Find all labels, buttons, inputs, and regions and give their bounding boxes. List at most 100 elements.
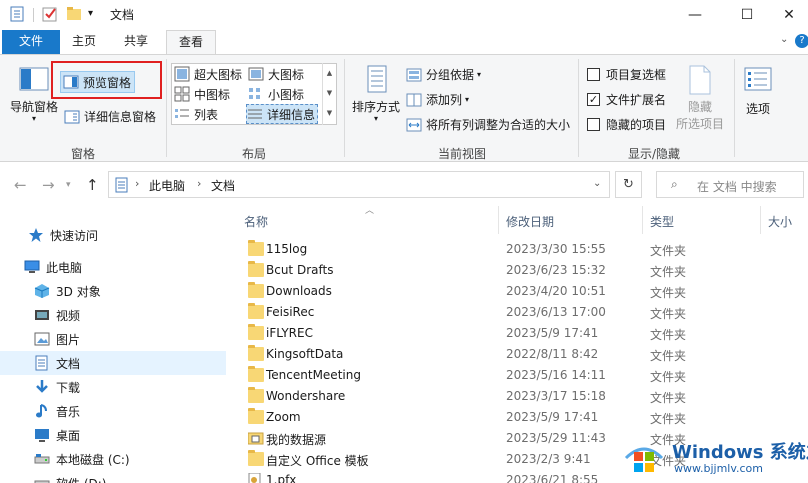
details-pane-label: 详细信息窗格 <box>84 110 157 124</box>
column-name[interactable]: 名称 <box>244 213 268 230</box>
layout-small-icons[interactable]: 小图标 <box>248 84 304 104</box>
column-type[interactable]: 类型 <box>650 213 674 230</box>
help-icon[interactable]: ? <box>795 34 808 48</box>
current-view-group-label: 当前视图 <box>438 147 487 161</box>
chevron-down-icon[interactable]: ▾ <box>88 8 93 19</box>
size-columns-button[interactable]: 将所有列调整为合适的大小 <box>406 116 570 133</box>
column-divider[interactable] <box>642 206 643 234</box>
breadcrumb-this-pc[interactable]: 此电脑 <box>149 177 185 194</box>
file-row[interactable]: Wondershare 2023/3/17 15:18 文件夹 <box>244 386 808 407</box>
back-arrow-icon[interactable]: ← <box>14 176 27 194</box>
column-divider[interactable] <box>760 206 761 234</box>
search-placeholder: 在 文档 中搜索 <box>697 180 777 194</box>
add-column-label: 添加列 <box>426 93 463 107</box>
tab-share[interactable]: 共享 <box>114 30 158 54</box>
chevron-down-icon[interactable]: ⌄ <box>780 34 788 45</box>
item-checkboxes-toggle[interactable]: 项目复选框 <box>587 66 666 83</box>
nav-downloads[interactable]: 下载 <box>0 375 226 399</box>
nav-pictures[interactable]: 图片 <box>0 327 226 351</box>
add-column-button[interactable]: 添加列 ▾ <box>406 91 469 108</box>
hidden-items-checkbox[interactable] <box>587 118 600 131</box>
refresh-icon[interactable]: ↻ <box>615 171 642 198</box>
layout-large-icons[interactable]: 大图标 <box>248 64 304 84</box>
search-input[interactable]: ⌕ 在 文档 中搜索 <box>656 171 804 198</box>
column-date[interactable]: 修改日期 <box>506 213 554 230</box>
column-size[interactable]: 大小 <box>768 213 792 230</box>
hide-selected-label-2: 所选项目 <box>676 117 725 131</box>
layout-extra-large-icons[interactable]: 超大图标 <box>174 64 242 84</box>
file-type: 文件夹 <box>650 412 687 426</box>
folder-icon <box>248 282 264 298</box>
file-extensions-toggle[interactable]: ✓ 文件扩展名 <box>587 91 666 108</box>
chevron-up-icon[interactable]: ▲ <box>323 63 336 83</box>
breadcrumb-documents[interactable]: 文档 <box>211 177 235 194</box>
item-checkboxes-checkbox[interactable] <box>587 68 600 81</box>
hidden-items-toggle[interactable]: 隐藏的项目 <box>587 116 666 133</box>
file-row[interactable]: KingsoftData 2022/8/11 8:42 文件夹 <box>244 344 808 365</box>
nav-software-d[interactable]: 软件 (D:) <box>0 471 226 483</box>
minimize-button[interactable]: — <box>672 0 718 30</box>
folder-icon <box>248 261 264 277</box>
new-folder-icon[interactable] <box>66 6 82 25</box>
hide-selected-label-1: 隐藏 <box>688 100 713 114</box>
file-row[interactable]: 115log 2023/3/30 15:55 文件夹 <box>244 239 808 260</box>
nav-videos[interactable]: 视频 <box>0 303 226 327</box>
file-extensions-checkbox[interactable]: ✓ <box>587 93 600 106</box>
file-row[interactable]: iFLYREC 2023/5/9 17:41 文件夹 <box>244 323 808 344</box>
file-type: 文件夹 <box>650 244 687 258</box>
layout-list[interactable]: 列表 <box>174 104 218 124</box>
nav-desktop[interactable]: 桌面 <box>0 423 226 447</box>
properties-icon[interactable] <box>10 6 24 25</box>
title-bar: ▾ 文档 — ☐ ✕ <box>0 0 808 30</box>
file-row[interactable]: Zoom 2023/5/9 17:41 文件夹 <box>244 407 808 428</box>
file-name: 自定义 Office 模板 <box>266 454 369 468</box>
star-icon <box>28 227 44 243</box>
tab-file[interactable]: 文件 <box>2 30 60 54</box>
file-type: 文件夹 <box>650 286 687 300</box>
size-columns-label: 将所有列调整为合适的大小 <box>426 118 571 132</box>
hide-selected-button[interactable]: 隐藏 所选项目 <box>676 65 724 132</box>
recent-locations-icon[interactable]: ▾ <box>66 180 71 190</box>
nav-3d-objects[interactable]: 3D 对象 <box>0 279 226 303</box>
folder-icon <box>248 366 264 382</box>
nav-pane-label: 导航窗格 <box>10 100 59 114</box>
tab-home[interactable]: 主页 <box>62 30 106 54</box>
file-date: 2023/6/21 8:55 <box>506 473 599 483</box>
options-button[interactable]: 选项 <box>744 67 772 117</box>
chevron-down-icon[interactable]: ⌄ <box>593 178 601 189</box>
nav-local-disk-c[interactable]: 本地磁盘 (C:) <box>0 447 226 471</box>
address-bar[interactable]: › 此电脑 › 文档 ⌄ <box>108 171 610 198</box>
chevron-right-icon[interactable]: › <box>135 177 139 190</box>
file-row[interactable]: Downloads 2023/4/20 10:51 文件夹 <box>244 281 808 302</box>
sort-by-button[interactable]: 排序方式 ▾ <box>352 65 400 123</box>
file-type: 文件夹 <box>650 328 687 342</box>
file-row[interactable]: FeisiRec 2023/6/13 17:00 文件夹 <box>244 302 808 323</box>
small-icons-icon <box>248 86 264 102</box>
nav-quick-access[interactable]: 快速访问 <box>0 223 226 247</box>
file-row[interactable]: TencentMeeting 2023/5/16 14:11 文件夹 <box>244 365 808 386</box>
file-name: 115log <box>266 242 308 256</box>
nav-music[interactable]: 音乐 <box>0 399 226 423</box>
tab-view[interactable]: 查看 <box>166 30 216 55</box>
maximize-button[interactable]: ☐ <box>724 0 770 30</box>
forward-arrow-icon[interactable]: → <box>42 176 55 194</box>
up-arrow-icon[interactable]: ↑ <box>86 176 99 194</box>
close-button[interactable]: ✕ <box>766 0 808 30</box>
layout-scroll[interactable]: ▲ ▼ ▼ <box>322 63 336 125</box>
file-row[interactable]: Bcut Drafts 2023/6/23 15:32 文件夹 <box>244 260 808 281</box>
chevron-right-icon[interactable]: › <box>197 177 201 190</box>
group-by-button[interactable]: 分组依据 ▾ <box>406 66 481 83</box>
column-divider[interactable] <box>498 206 499 234</box>
nav-item-label: 桌面 <box>56 428 81 443</box>
layout-medium-icons[interactable]: 中图标 <box>174 84 230 104</box>
expand-icon[interactable]: ▼ <box>323 103 336 123</box>
chevron-down-icon[interactable]: ▼ <box>323 83 336 103</box>
nav-documents[interactable]: 文档 <box>0 351 226 375</box>
music-icon <box>34 403 50 419</box>
large-icons-icon <box>248 66 264 82</box>
nav-this-pc[interactable]: 此电脑 <box>0 255 226 279</box>
layout-details[interactable]: 详细信息 <box>246 104 319 124</box>
watermark-url: www.bjjmlv.com <box>674 462 763 475</box>
checkmark-icon[interactable] <box>42 6 58 25</box>
details-pane-button[interactable]: 详细信息窗格 <box>64 108 156 125</box>
